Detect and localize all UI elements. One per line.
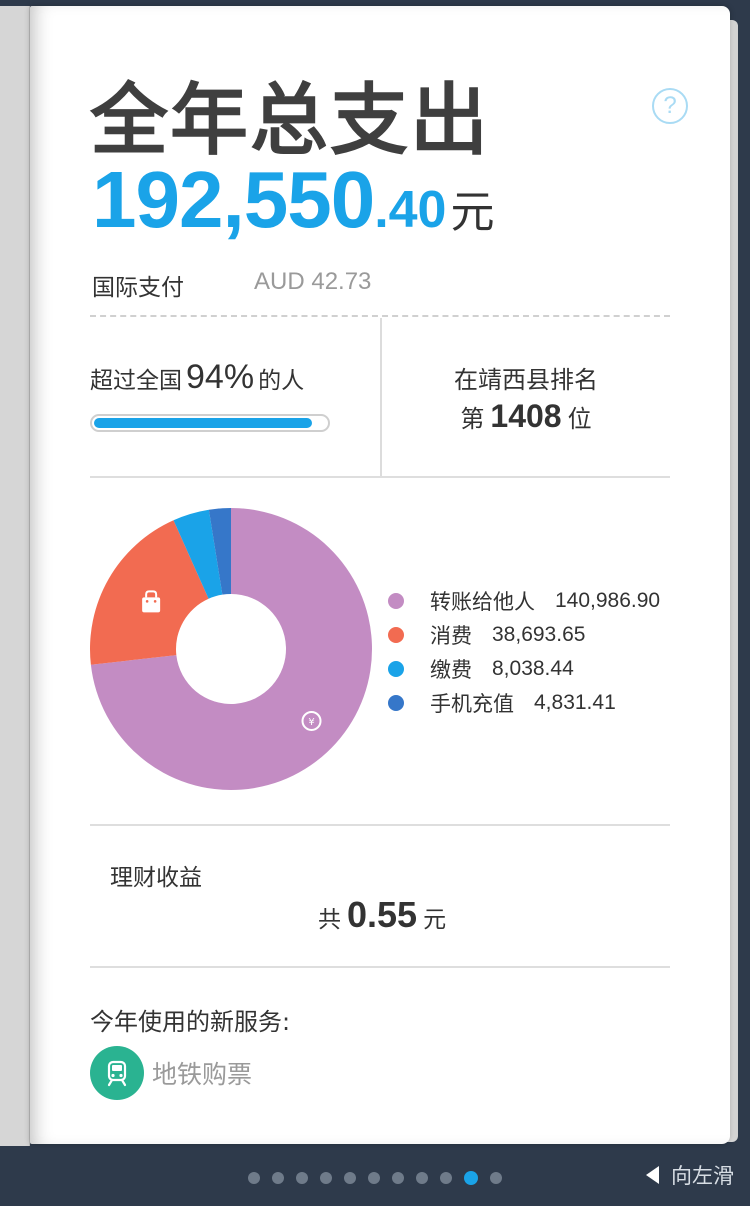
- page-dot[interactable]: [464, 1171, 478, 1185]
- previous-page-edge: [0, 6, 30, 1146]
- legend-value: 8,038.44: [492, 657, 574, 680]
- beat-nationwide-text: 超过全国 94% 的人: [90, 358, 304, 397]
- legend-dot: [388, 695, 404, 711]
- legend-label: 手机充值: [430, 692, 514, 716]
- triangle-left-icon: [646, 1166, 659, 1184]
- legend-label: 消费: [430, 624, 472, 648]
- page-dot[interactable]: [440, 1172, 452, 1184]
- legend-label: 转账给他人: [430, 590, 535, 614]
- legend-item: 缴费 8,038.44: [388, 652, 660, 686]
- swipe-left-label: 向左滑: [671, 1164, 734, 1188]
- rank-number: 1408: [490, 398, 562, 434]
- beat-prefix: 超过全国: [90, 368, 182, 394]
- total-expense-integer: 192,550: [92, 155, 375, 244]
- wealth-unit: 元: [423, 907, 447, 933]
- rank-suffix: 位: [567, 405, 592, 433]
- legend-dot: [388, 661, 404, 677]
- page-dot[interactable]: [296, 1172, 308, 1184]
- new-service-item[interactable]: 地铁购票: [90, 1046, 252, 1100]
- international-payment-value: AUD 42.73: [254, 268, 372, 295]
- wealth-income-label: 理财收益: [110, 865, 202, 891]
- wealth-amount: 0.55: [347, 894, 418, 935]
- legend-label: 缴费: [430, 658, 472, 682]
- beat-progress-bar: [90, 414, 330, 432]
- swipe-left-hint[interactable]: 向左滑: [646, 1160, 734, 1190]
- page-dot[interactable]: [392, 1172, 404, 1184]
- total-expense: 192,550.40元: [92, 154, 494, 246]
- legend-value: 4,831.41: [534, 691, 616, 714]
- help-icon[interactable]: ?: [652, 88, 688, 124]
- new-services-title: 今年使用的新服务:: [90, 1008, 291, 1036]
- international-payment-label: 国际支付: [92, 275, 184, 301]
- expense-donut-chart: ¥: [90, 508, 373, 790]
- legend-item: 转账给他人 140,986.90: [388, 584, 660, 618]
- legend-item: 手机充值 4,831.41: [388, 686, 660, 720]
- dashed-divider: [90, 315, 670, 317]
- beat-percent: 94%: [186, 358, 255, 396]
- legend-dot: [388, 627, 404, 643]
- legend-dot: [388, 593, 404, 609]
- legend-value: 38,693.65: [492, 623, 586, 646]
- svg-text:¥: ¥: [308, 717, 314, 728]
- page-dot[interactable]: [490, 1172, 502, 1184]
- legend-value: 140,986.90: [555, 589, 661, 612]
- page-dot[interactable]: [320, 1172, 332, 1184]
- annual-report-page: 全年总支出 ? 192,550.40元 国际支付 AUD 42.73 超过全国 9…: [30, 6, 730, 1144]
- beat-suffix: 的人: [258, 368, 305, 394]
- legend-item: 消费 38,693.65: [388, 618, 660, 652]
- beat-progress-fill: [94, 418, 313, 428]
- rank-prefix: 第: [460, 405, 485, 433]
- subway-train-icon: [90, 1046, 144, 1100]
- page-dot[interactable]: [344, 1172, 356, 1184]
- page-dot[interactable]: [272, 1172, 284, 1184]
- page-dot[interactable]: [248, 1172, 260, 1184]
- wealth-income-line: 共 0.55 元: [318, 894, 446, 936]
- page-indicator: [248, 1171, 514, 1185]
- new-service-label: 地铁购票: [152, 1060, 253, 1089]
- wealth-prefix: 共: [318, 907, 341, 933]
- chart-legend: 转账给他人 140,986.90 消费 38,693.65 缴费 8,038.44 手机充值…: [388, 584, 660, 720]
- rank-title: 在靖西县排名: [454, 366, 598, 394]
- total-expense-decimal: .40: [374, 181, 447, 239]
- section-divider: [90, 476, 670, 478]
- rank-line: 第 1408 位: [382, 398, 670, 435]
- section-divider: [90, 966, 670, 968]
- total-expense-unit: 元: [450, 187, 495, 238]
- page-dot[interactable]: [416, 1172, 428, 1184]
- section-divider: [90, 824, 670, 826]
- page-dot[interactable]: [368, 1172, 380, 1184]
